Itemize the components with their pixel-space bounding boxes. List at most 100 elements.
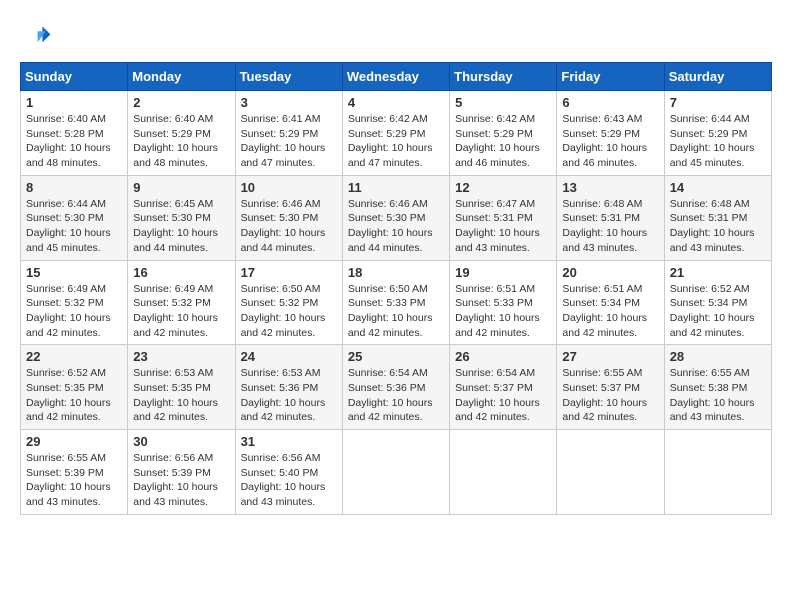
day-info: Sunrise: 6:48 AMSunset: 5:31 PMDaylight:… <box>562 198 647 254</box>
day-info: Sunrise: 6:51 AMSunset: 5:34 PMDaylight:… <box>562 283 647 339</box>
day-info: Sunrise: 6:46 AMSunset: 5:30 PMDaylight:… <box>241 198 326 254</box>
calendar-week-row: 15 Sunrise: 6:49 AMSunset: 5:32 PMDayligh… <box>21 260 772 345</box>
day-info: Sunrise: 6:49 AMSunset: 5:32 PMDaylight:… <box>133 283 218 339</box>
calendar-cell: 7Sunrise: 6:44 AMSunset: 5:29 PMDaylight… <box>664 91 771 176</box>
calendar-cell <box>450 430 557 515</box>
day-info: Sunrise: 6:55 AMSunset: 5:39 PMDaylight:… <box>26 452 111 508</box>
page-header <box>20 20 772 52</box>
day-info: Sunrise: 6:53 AMSunset: 5:35 PMDaylight:… <box>133 367 218 423</box>
calendar-week-row: 29 Sunrise: 6:55 AMSunset: 5:39 PMDayligh… <box>21 430 772 515</box>
calendar-cell <box>342 430 449 515</box>
day-info: Sunrise: 6:49 AMSunset: 5:32 PMDaylight:… <box>26 283 111 339</box>
day-info: Sunrise: 6:44 AMSunset: 5:29 PMDaylight:… <box>670 113 755 169</box>
day-number: 1 <box>26 95 122 110</box>
day-of-week-header: Saturday <box>664 63 771 91</box>
day-number: 13 <box>562 180 658 195</box>
day-number: 8 <box>26 180 122 195</box>
calendar-cell: 10Sunrise: 6:46 AMSunset: 5:30 PMDayligh… <box>235 175 342 260</box>
calendar-cell: 27 Sunrise: 6:55 AMSunset: 5:37 PMDayligh… <box>557 345 664 430</box>
day-number: 28 <box>670 349 766 364</box>
day-number: 12 <box>455 180 551 195</box>
day-number: 30 <box>133 434 229 449</box>
day-info: Sunrise: 6:41 AMSunset: 5:29 PMDaylight:… <box>241 113 326 169</box>
day-number: 27 <box>562 349 658 364</box>
day-info: Sunrise: 6:50 AMSunset: 5:32 PMDaylight:… <box>241 283 326 339</box>
calendar-cell: 21 Sunrise: 6:52 AMSunset: 5:34 PMDayligh… <box>664 260 771 345</box>
calendar-cell: 15 Sunrise: 6:49 AMSunset: 5:32 PMDayligh… <box>21 260 128 345</box>
day-info: Sunrise: 6:42 AMSunset: 5:29 PMDaylight:… <box>455 113 540 169</box>
day-of-week-header: Thursday <box>450 63 557 91</box>
day-number: 15 <box>26 265 122 280</box>
day-number: 3 <box>241 95 337 110</box>
day-number: 2 <box>133 95 229 110</box>
calendar-cell: 12 Sunrise: 6:47 AMSunset: 5:31 PMDayligh… <box>450 175 557 260</box>
calendar-header-row: SundayMondayTuesdayWednesdayThursdayFrid… <box>21 63 772 91</box>
calendar-cell: 16 Sunrise: 6:49 AMSunset: 5:32 PMDayligh… <box>128 260 235 345</box>
day-of-week-header: Tuesday <box>235 63 342 91</box>
calendar-cell: 22 Sunrise: 6:52 AMSunset: 5:35 PMDayligh… <box>21 345 128 430</box>
day-info: Sunrise: 6:54 AMSunset: 5:36 PMDaylight:… <box>348 367 433 423</box>
calendar-cell: 9Sunrise: 6:45 AMSunset: 5:30 PMDaylight… <box>128 175 235 260</box>
day-info: Sunrise: 6:54 AMSunset: 5:37 PMDaylight:… <box>455 367 540 423</box>
calendar-cell: 29 Sunrise: 6:55 AMSunset: 5:39 PMDayligh… <box>21 430 128 515</box>
day-number: 26 <box>455 349 551 364</box>
day-number: 21 <box>670 265 766 280</box>
calendar-cell: 5 Sunrise: 6:42 AMSunset: 5:29 PMDaylight… <box>450 91 557 176</box>
calendar-cell: 19 Sunrise: 6:51 AMSunset: 5:33 PMDayligh… <box>450 260 557 345</box>
calendar-cell: 24Sunrise: 6:53 AMSunset: 5:36 PMDayligh… <box>235 345 342 430</box>
day-number: 5 <box>455 95 551 110</box>
day-info: Sunrise: 6:53 AMSunset: 5:36 PMDaylight:… <box>241 367 326 423</box>
calendar-cell: 26 Sunrise: 6:54 AMSunset: 5:37 PMDayligh… <box>450 345 557 430</box>
day-info: Sunrise: 6:47 AMSunset: 5:31 PMDaylight:… <box>455 198 540 254</box>
day-info: Sunrise: 6:55 AMSunset: 5:38 PMDaylight:… <box>670 367 755 423</box>
day-info: Sunrise: 6:51 AMSunset: 5:33 PMDaylight:… <box>455 283 540 339</box>
day-info: Sunrise: 6:50 AMSunset: 5:33 PMDaylight:… <box>348 283 433 339</box>
day-of-week-header: Sunday <box>21 63 128 91</box>
calendar-cell: 31Sunrise: 6:56 AMSunset: 5:40 PMDayligh… <box>235 430 342 515</box>
calendar-cell <box>664 430 771 515</box>
day-number: 11 <box>348 180 444 195</box>
day-number: 31 <box>241 434 337 449</box>
calendar-cell: 14 Sunrise: 6:48 AMSunset: 5:31 PMDayligh… <box>664 175 771 260</box>
calendar-cell <box>557 430 664 515</box>
day-info: Sunrise: 6:43 AMSunset: 5:29 PMDaylight:… <box>562 113 647 169</box>
day-number: 4 <box>348 95 444 110</box>
day-info: Sunrise: 6:55 AMSunset: 5:37 PMDaylight:… <box>562 367 647 423</box>
day-number: 23 <box>133 349 229 364</box>
logo <box>20 20 56 52</box>
calendar-cell: 3 Sunrise: 6:41 AMSunset: 5:29 PMDaylight… <box>235 91 342 176</box>
calendar-cell: 30Sunrise: 6:56 AMSunset: 5:39 PMDayligh… <box>128 430 235 515</box>
calendar-cell: 23 Sunrise: 6:53 AMSunset: 5:35 PMDayligh… <box>128 345 235 430</box>
calendar-cell: 2Sunrise: 6:40 AMSunset: 5:29 PMDaylight… <box>128 91 235 176</box>
logo-icon <box>20 20 52 52</box>
day-info: Sunrise: 6:52 AMSunset: 5:34 PMDaylight:… <box>670 283 755 339</box>
calendar-table: SundayMondayTuesdayWednesdayThursdayFrid… <box>20 62 772 515</box>
day-number: 19 <box>455 265 551 280</box>
day-number: 18 <box>348 265 444 280</box>
calendar-cell: 17 Sunrise: 6:50 AMSunset: 5:32 PMDayligh… <box>235 260 342 345</box>
day-number: 20 <box>562 265 658 280</box>
calendar-cell: 4 Sunrise: 6:42 AMSunset: 5:29 PMDaylight… <box>342 91 449 176</box>
day-number: 29 <box>26 434 122 449</box>
calendar-week-row: 1Sunrise: 6:40 AMSunset: 5:28 PMDaylight… <box>21 91 772 176</box>
day-number: 22 <box>26 349 122 364</box>
calendar-cell: 11 Sunrise: 6:46 AMSunset: 5:30 PMDayligh… <box>342 175 449 260</box>
day-info: Sunrise: 6:48 AMSunset: 5:31 PMDaylight:… <box>670 198 755 254</box>
calendar-week-row: 8 Sunrise: 6:44 AMSunset: 5:30 PMDaylight… <box>21 175 772 260</box>
calendar-cell: 13 Sunrise: 6:48 AMSunset: 5:31 PMDayligh… <box>557 175 664 260</box>
calendar-cell: 18 Sunrise: 6:50 AMSunset: 5:33 PMDayligh… <box>342 260 449 345</box>
calendar-cell: 1Sunrise: 6:40 AMSunset: 5:28 PMDaylight… <box>21 91 128 176</box>
day-of-week-header: Monday <box>128 63 235 91</box>
day-number: 17 <box>241 265 337 280</box>
day-info: Sunrise: 6:44 AMSunset: 5:30 PMDaylight:… <box>26 198 111 254</box>
day-of-week-header: Friday <box>557 63 664 91</box>
calendar-week-row: 22 Sunrise: 6:52 AMSunset: 5:35 PMDayligh… <box>21 345 772 430</box>
day-number: 14 <box>670 180 766 195</box>
day-info: Sunrise: 6:46 AMSunset: 5:30 PMDaylight:… <box>348 198 433 254</box>
day-info: Sunrise: 6:45 AMSunset: 5:30 PMDaylight:… <box>133 198 218 254</box>
day-of-week-header: Wednesday <box>342 63 449 91</box>
day-info: Sunrise: 6:52 AMSunset: 5:35 PMDaylight:… <box>26 367 111 423</box>
day-info: Sunrise: 6:42 AMSunset: 5:29 PMDaylight:… <box>348 113 433 169</box>
day-number: 16 <box>133 265 229 280</box>
calendar-cell: 25Sunrise: 6:54 AMSunset: 5:36 PMDayligh… <box>342 345 449 430</box>
